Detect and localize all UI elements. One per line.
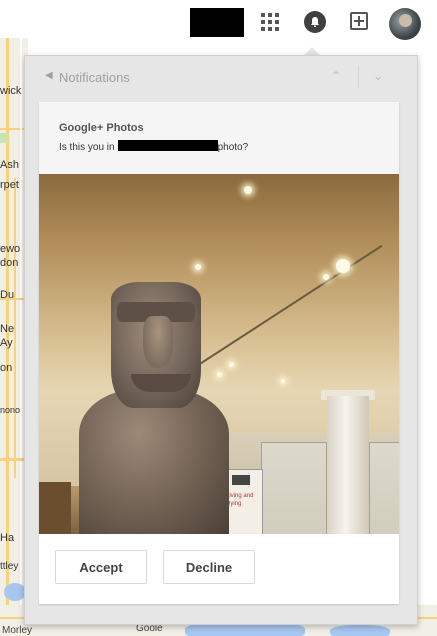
map-label: Ash [0, 159, 19, 171]
panel-title[interactable]: Notifications [59, 70, 130, 85]
redacted-username [190, 8, 244, 37]
map-label: wick [0, 85, 22, 97]
map-label: ttley [0, 561, 19, 572]
decline-button[interactable]: Decline [163, 550, 255, 584]
redacted-name [117, 140, 218, 151]
chevron-up-icon[interactable]: ⌃ [331, 69, 341, 83]
map-label: rpet [0, 179, 19, 191]
message-prefix: Is this you in [59, 142, 115, 153]
map-label: on [0, 362, 13, 374]
message-suffix: photo? [217, 142, 249, 153]
map-label: Du [0, 289, 15, 301]
notification-header: Google+ Photos Is this you in photo? [39, 102, 399, 174]
map-label: Morley [2, 625, 33, 636]
bell-icon [311, 17, 319, 27]
add-box-icon[interactable] [350, 12, 368, 30]
accept-button[interactable]: Accept [55, 550, 147, 584]
map-label: Ne [0, 323, 15, 335]
map-label: ewo [0, 243, 21, 255]
avatar[interactable] [389, 8, 421, 40]
panel-header: ◀ Notifications ⌃ ⌄ [25, 56, 417, 100]
notification-actions: Accept Decline [39, 534, 399, 604]
tagged-photo[interactable]: Living and Dying [39, 174, 399, 534]
triangle-left-icon[interactable]: ◀ [45, 70, 53, 81]
chevron-down-icon[interactable]: ⌄ [373, 69, 383, 83]
notification-message: Is this you in photo? [59, 140, 248, 153]
apps-grid-icon[interactable] [261, 13, 279, 31]
exhibit-sign-label: Living and Dying [226, 493, 254, 507]
map-label: Ay [0, 337, 13, 349]
notifications-button[interactable] [304, 11, 326, 33]
notification-card: Google+ Photos Is this you in photo? Livi… [39, 102, 399, 604]
divider [358, 66, 359, 88]
map-label: Ha [0, 532, 15, 544]
notifications-panel: ◀ Notifications ⌃ ⌄ Google+ Photos Is th… [24, 55, 418, 625]
notification-source: Google+ Photos [59, 122, 144, 134]
map-label: nono [0, 405, 21, 415]
map-label: don [0, 257, 19, 269]
top-bar [0, 0, 437, 46]
